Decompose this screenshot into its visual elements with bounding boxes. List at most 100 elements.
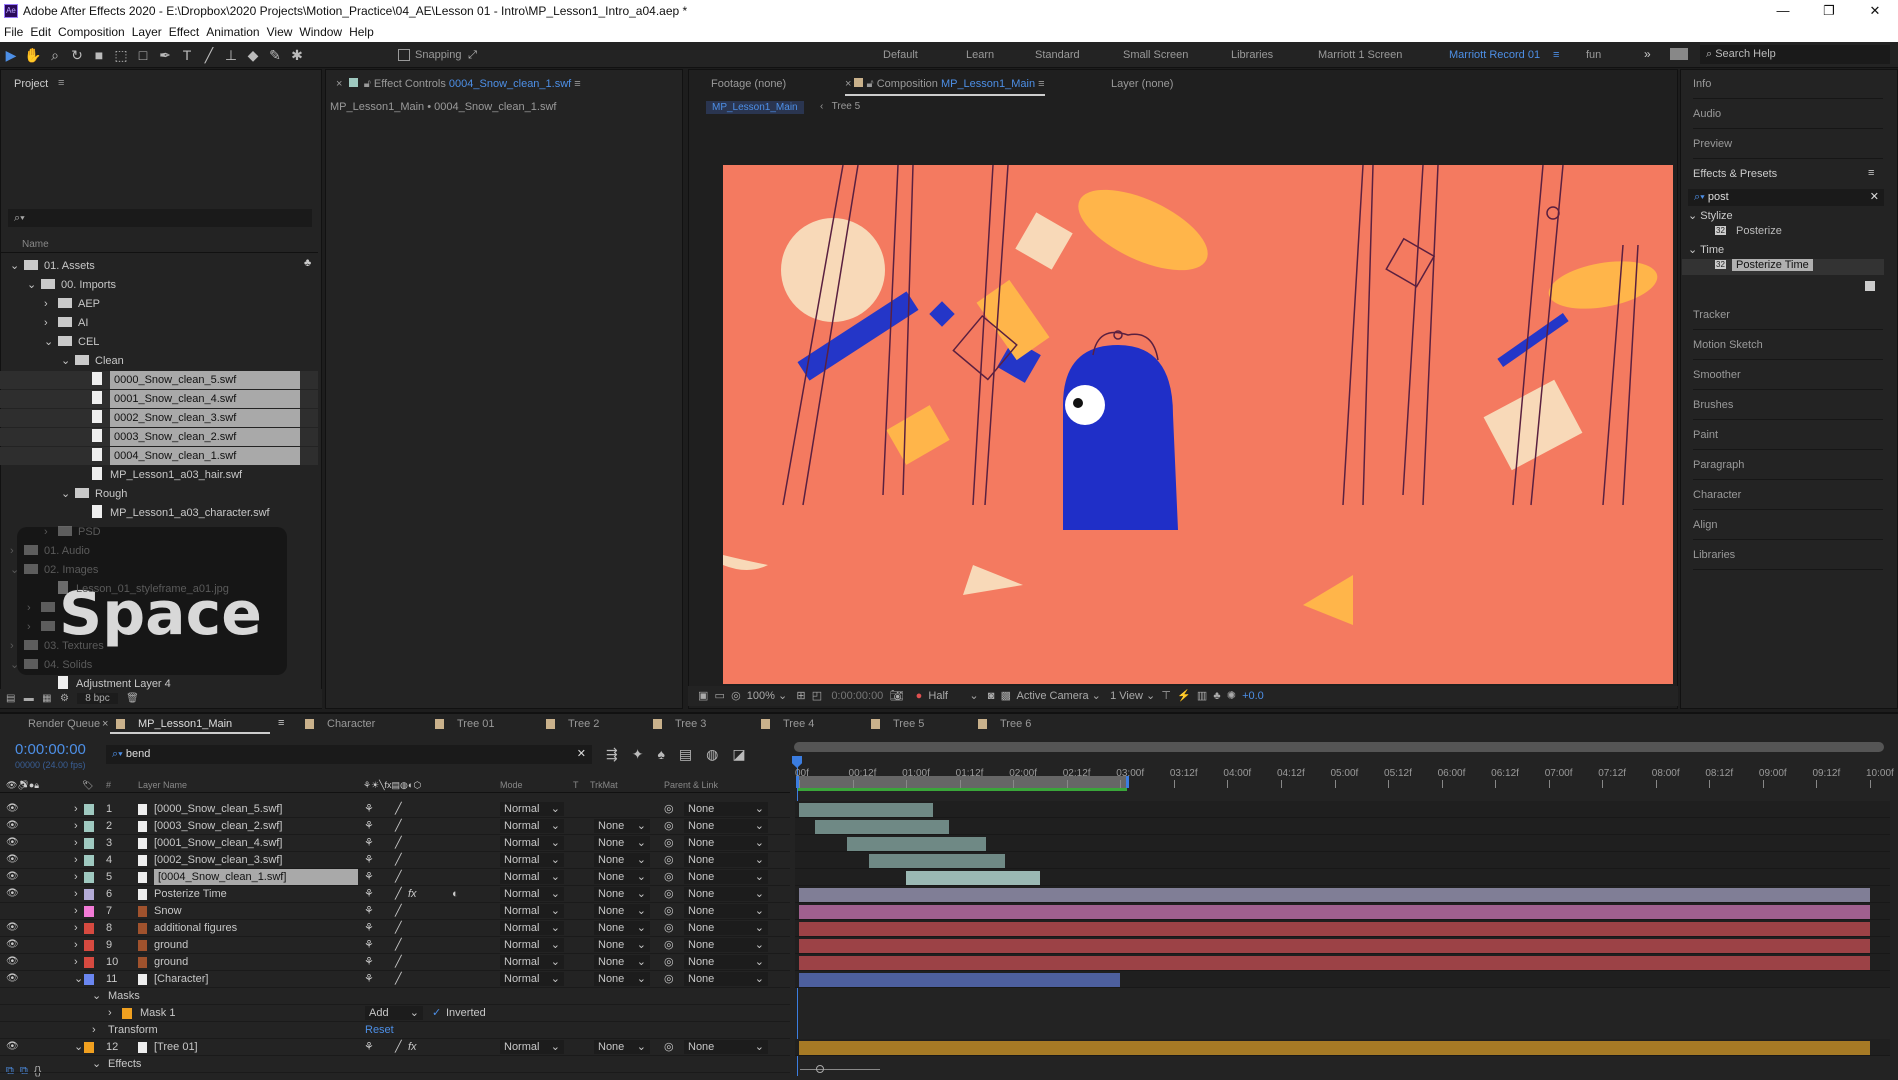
visibility-toggle-icon[interactable]: 👁︎ <box>6 954 19 970</box>
time-navigator[interactable] <box>794 742 1884 752</box>
parent-dropdown[interactable]: None ⌄ <box>684 972 768 986</box>
settings-icon[interactable]: ⚙ <box>60 693 69 704</box>
draft-3d-icon[interactable]: ✦ <box>632 746 658 762</box>
magnification-dropdown[interactable]: 100% ⌄ <box>747 690 787 702</box>
lock-icon[interactable]: 🔓︎ <box>364 78 371 90</box>
resolution-dropdown[interactable]: Half ⌄ <box>928 690 978 702</box>
label-color-swatch[interactable] <box>84 940 94 951</box>
parent-col[interactable]: Parent & Link <box>664 777 718 793</box>
comp-breadcrumb-sub[interactable]: ‹ Tree 5 <box>820 101 860 112</box>
mask-color-swatch[interactable] <box>122 1008 132 1019</box>
grid-toggle-icon[interactable]: ▩ <box>1001 690 1011 702</box>
view-layout-dropdown[interactable]: 1 View ⌄ <box>1110 690 1155 702</box>
project-item[interactable]: › 01. Audio <box>10 542 90 560</box>
quality-switch-icon[interactable]: ╱ <box>395 920 402 936</box>
disclosure-icon[interactable]: ⌄ <box>10 257 24 275</box>
workspace-tab[interactable]: Small Screen <box>1123 49 1188 61</box>
shy-switch-icon[interactable]: ⚘ <box>364 920 374 936</box>
pick-whip-icon[interactable]: ◎ <box>664 886 674 902</box>
menu-view[interactable]: View <box>267 25 293 39</box>
clone-stamp-tool-icon[interactable]: ⊥ <box>220 44 242 66</box>
viewer-timecode[interactable]: 0:00:00:00 <box>831 690 883 702</box>
brush-tool-icon[interactable]: ╱ <box>198 44 220 66</box>
label-color-swatch[interactable] <box>84 906 94 917</box>
expand-layer-icon[interactable]: › <box>74 852 78 868</box>
effects-group[interactable]: ⌄ Effects <box>0 1056 790 1073</box>
comp-breadcrumb-main[interactable]: MP_Lesson1_Main <box>706 101 804 114</box>
project-item[interactable]: › <box>27 599 61 617</box>
layer-row[interactable]: 👁︎ › 9 ground ⚘ ╱ Normal ⌄ None ⌄ ◎ None ⌄ <box>0 937 790 954</box>
panel-audio[interactable]: Audio <box>1693 99 1883 129</box>
disclosure-icon[interactable]: › <box>44 314 58 332</box>
layer-duration-bar[interactable] <box>799 905 1870 919</box>
expand-layer-icon[interactable]: › <box>74 835 78 851</box>
quality-switch-icon[interactable]: ╱ <box>395 954 402 970</box>
camera-tool-icon[interactable]: ■ <box>88 44 110 66</box>
quality-switch-icon[interactable]: ╱ <box>395 971 402 987</box>
quality-switch-icon[interactable]: ╱ <box>395 937 402 953</box>
shy-switch-icon[interactable]: ⚘ <box>364 903 374 919</box>
new-preset-icon[interactable] <box>1865 281 1875 291</box>
parent-dropdown[interactable]: None ⌄ <box>684 853 768 867</box>
new-folder-icon[interactable]: ▬ <box>24 693 34 704</box>
pick-whip-icon[interactable]: ◎ <box>664 1039 674 1055</box>
monitor-icon[interactable]: ▭ <box>715 690 725 702</box>
close-tab-icon[interactable]: × <box>102 718 108 730</box>
panel-motion-sketch[interactable]: Motion Sketch <box>1693 330 1883 360</box>
disclosure-icon[interactable]: › <box>27 618 41 636</box>
quality-switch-icon[interactable]: ╱ <box>395 801 402 817</box>
panel-smoother[interactable]: Smoother <box>1693 360 1883 390</box>
timeline-tab[interactable]: Character <box>327 718 375 730</box>
trkmat-dropdown[interactable]: None ⌄ <box>594 887 650 901</box>
menu-window[interactable]: Window <box>299 25 342 39</box>
mask-visibility-icon[interactable]: ◎ <box>731 690 741 702</box>
bit-depth-button[interactable]: 8 bpc <box>77 693 118 704</box>
trkmat-dropdown[interactable]: None ⌄ <box>594 819 650 833</box>
layer-row[interactable]: 👁︎ › 4 [0002_Snow_clean_3.swf] ⚘ ╱ Normal ⌄ None… <box>0 852 790 869</box>
layer-row[interactable]: 👁︎ › 8 additional figures ⚘ ╱ Normal ⌄ None ⌄ ◎ Non… <box>0 920 790 937</box>
eraser-tool-icon[interactable]: ◆ <box>242 44 264 66</box>
mode-dropdown[interactable]: Normal ⌄ <box>500 836 564 850</box>
project-item[interactable]: Lesson_01_styleframe_a01.jpg <box>44 580 229 598</box>
zoom-tool-icon[interactable]: ⌕ <box>44 44 66 66</box>
panel-menu-icon[interactable]: ≡ <box>1868 167 1874 179</box>
selection-tool-icon[interactable]: ▶ <box>0 44 22 66</box>
disclosure-icon[interactable]: ⌄ <box>61 485 75 503</box>
parent-dropdown[interactable]: None ⌄ <box>684 921 768 935</box>
visibility-toggle-icon[interactable]: 👁︎ <box>6 937 19 953</box>
menu-help[interactable]: Help <box>349 25 374 39</box>
mode-dropdown[interactable]: Normal ⌄ <box>500 972 564 986</box>
layer-duration-bar[interactable] <box>799 803 933 817</box>
label-color-swatch[interactable] <box>84 872 94 883</box>
reset-exposure-icon[interactable]: ✺ <box>1227 690 1236 702</box>
panel-paint[interactable]: Paint <box>1693 420 1883 450</box>
layer-name-col[interactable]: Layer Name <box>138 777 187 793</box>
project-item[interactable]: Adjustment Layer 4 <box>44 675 171 693</box>
exposure-value[interactable]: +0.0 <box>1242 690 1264 702</box>
project-item[interactable]: › AI <box>44 314 88 332</box>
layer-name[interactable]: Posterize Time <box>154 886 227 902</box>
shy-icon[interactable]: ♠ <box>657 746 678 762</box>
layer-duration-bar[interactable] <box>799 939 1870 953</box>
delete-icon[interactable]: 🗑 <box>126 693 139 704</box>
t-col[interactable]: T <box>573 777 579 793</box>
timeline-tab[interactable]: Tree 3 <box>675 718 706 730</box>
expand-layer-icon[interactable]: › <box>74 954 78 970</box>
workspace-tab[interactable]: Libraries <box>1231 49 1273 61</box>
project-item[interactable]: 0000_Snow_clean_5.swf <box>78 371 300 389</box>
snapshot-icon[interactable]: 📷︎ <box>889 690 903 702</box>
visibility-toggle-icon[interactable]: 👁︎ <box>6 920 19 936</box>
rotate-tool-icon[interactable]: ↻ <box>66 44 88 66</box>
timeline-tab[interactable]: Tree 5 <box>893 718 924 730</box>
layer-duration-bar[interactable] <box>906 871 1040 885</box>
layer-tab[interactable]: Layer (none) <box>1111 78 1173 90</box>
interpret-footage-icon[interactable]: ▤ <box>6 693 15 704</box>
project-item[interactable]: ⌄ 04. Solids <box>10 656 92 674</box>
menu-file[interactable]: File <box>4 25 23 39</box>
pick-whip-icon[interactable]: ◎ <box>664 920 674 936</box>
clear-search-icon[interactable]: ✕ <box>577 745 586 764</box>
panel-menu-icon[interactable]: ≡ <box>278 717 284 729</box>
sync-settings-icon[interactable] <box>1670 48 1688 60</box>
layer-duration-bar[interactable] <box>799 973 1121 987</box>
trkmat-dropdown[interactable]: None ⌄ <box>594 972 650 986</box>
